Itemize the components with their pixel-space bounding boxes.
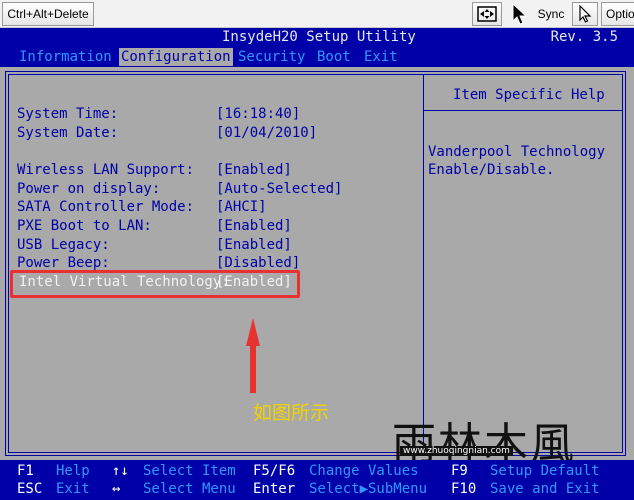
footer-key: ↔ (112, 481, 121, 497)
fit-screen-icon[interactable] (472, 2, 502, 26)
sync-button[interactable]: Sync (533, 2, 569, 26)
remote-console-toolbar: Ctrl+Alt+Delete Sync Optio (0, 0, 634, 28)
footer-desc: Select Menu (143, 481, 236, 497)
footer-desc: Save and Exit (490, 481, 600, 497)
bios-screen: InsydeH20 Setup Utility Rev. 3.5 Informa… (0, 28, 634, 500)
annotation-caption: 如图所示 (253, 402, 330, 424)
footer-desc: Help (56, 463, 90, 479)
footer-desc: Select▶SubMenu (309, 481, 428, 497)
footer-desc: Change Values (309, 463, 419, 479)
footer-key: ↑↓ (112, 463, 129, 479)
pointer-mode-icon[interactable] (572, 2, 598, 26)
footer-desc: Exit (56, 481, 90, 497)
footer-key: F10 (451, 481, 477, 497)
options-button[interactable]: Optio (601, 2, 634, 26)
footer-desc: Setup Default (490, 463, 600, 479)
footer-key: F5/F6 (253, 463, 296, 479)
ctrl-alt-delete-button[interactable]: Ctrl+Alt+Delete (2, 2, 94, 26)
bios-footer: F1 Help ↑↓ Select Item F5/F6 Change Valu… (0, 460, 634, 500)
footer-key: F9 (451, 463, 468, 479)
cursor-icon[interactable] (505, 2, 535, 26)
watermark-url: www.zhuoqingnian.com (400, 446, 513, 456)
footer-desc: Select Item (143, 463, 236, 479)
footer-key: ESC (17, 481, 43, 497)
footer-key: F1 (17, 463, 34, 479)
footer-key: Enter (253, 481, 296, 497)
